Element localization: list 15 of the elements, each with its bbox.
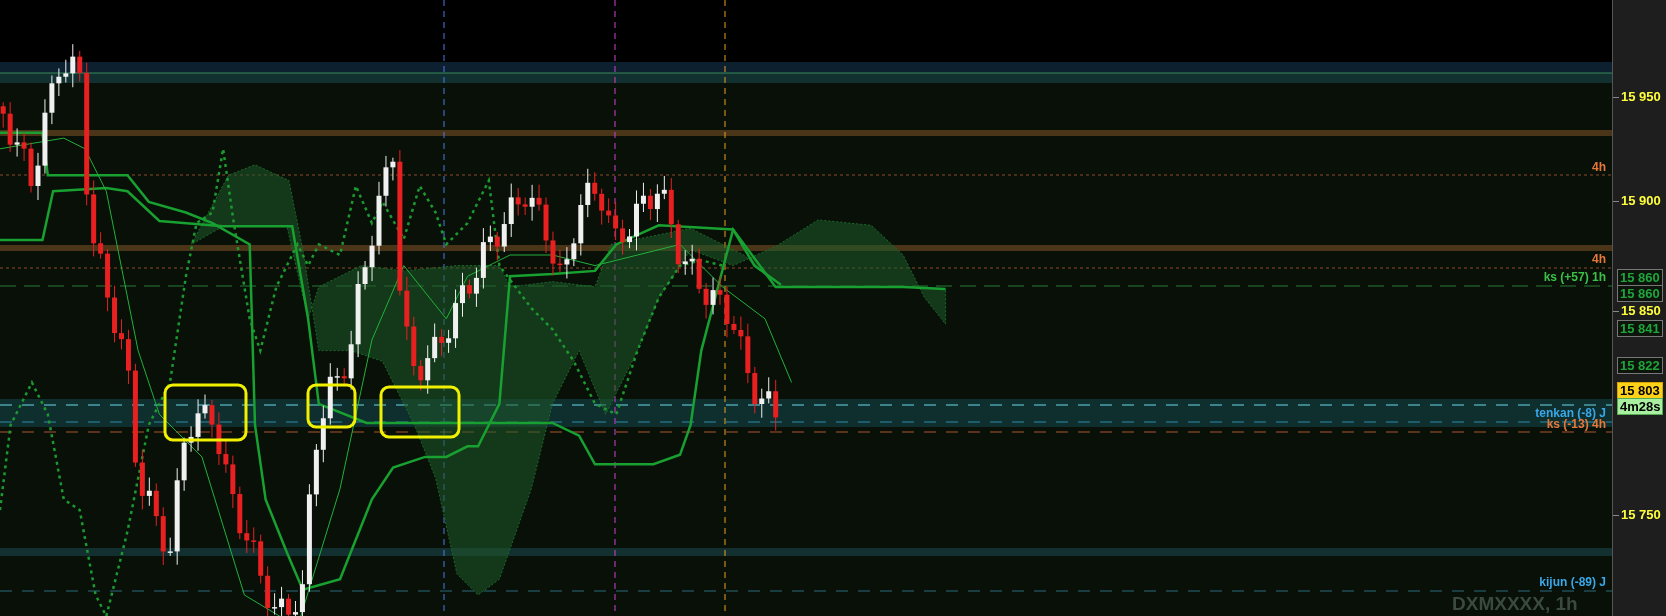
countdown-timer-label: 4m28s (1617, 398, 1663, 415)
line-label: ks (+57) 1h (1543, 270, 1606, 284)
price-level-label: 15 822 (1617, 357, 1663, 374)
line-label: 4h (1592, 160, 1606, 174)
line-label: tenkan (-8) J (1535, 406, 1606, 420)
axis-tick-label: 15 900 (1621, 194, 1661, 208)
price-level-label: 15 860 (1617, 285, 1663, 302)
line-label: kijun (-89) J (1539, 575, 1606, 589)
symbol-watermark: DXMXXXX, 1h (1452, 594, 1578, 614)
axis-tick-label: 15 950 (1621, 90, 1661, 104)
axis-tick-label: 15 750 (1621, 508, 1661, 522)
axis-tick-label: 15 850 (1621, 304, 1661, 318)
price-level-label: 15 841 (1617, 320, 1663, 337)
highlight-frame (306, 383, 357, 429)
line-label: 4h (1592, 252, 1606, 266)
